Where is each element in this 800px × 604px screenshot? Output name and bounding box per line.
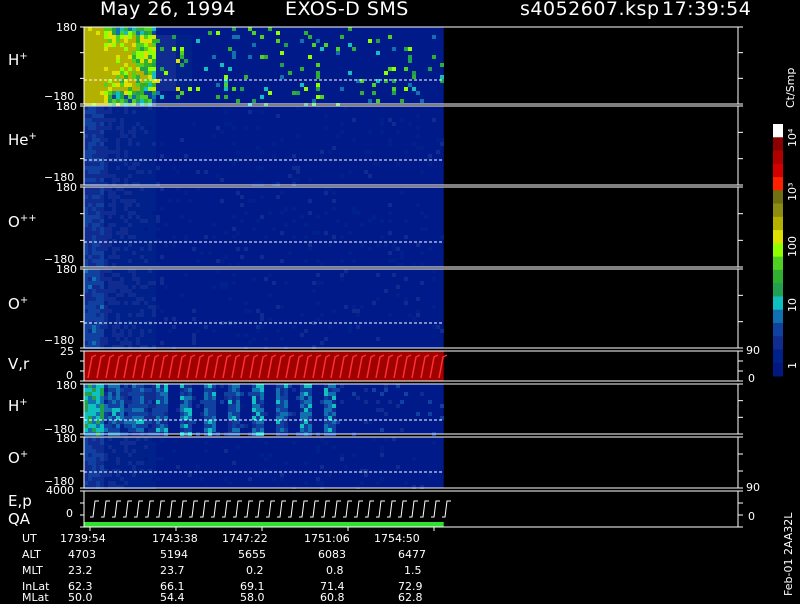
colorbar-tick: 100: [786, 236, 799, 257]
colorbar-segment: [773, 124, 783, 138]
ut-cell: 54.4: [160, 591, 185, 604]
colorbar-tick: 10³: [786, 182, 799, 201]
side-note: Feb-01 2AA32L: [782, 512, 795, 596]
ut-cell: 0.2: [246, 564, 264, 577]
ut-cell: 23.2: [68, 564, 93, 577]
ut-cell: 4703: [68, 548, 96, 561]
ut-cell: 6477: [398, 548, 426, 561]
ut-row-name: UT: [22, 532, 37, 545]
colorbar-tick: 10⁴: [786, 128, 799, 147]
ut-cell: 1739:54: [60, 532, 106, 545]
ut-cell: 23.7: [160, 564, 185, 577]
ut-cell: 1751:06: [304, 532, 350, 545]
ut-cell: 60.8: [320, 591, 345, 604]
colorbar-segment: [773, 230, 783, 244]
ut-row-name: MLT: [22, 564, 43, 577]
colorbar-segment: [773, 203, 783, 218]
colorbar-segment: [773, 256, 783, 271]
colorbar-segment: [773, 309, 783, 324]
ut-row-name: MLat: [22, 591, 49, 604]
colorbar-segment: [773, 216, 783, 231]
ut-cell: 5655: [238, 548, 266, 561]
colorbar-unit: Ct/Smp: [784, 67, 797, 108]
ut-cell: 1.5: [404, 564, 422, 577]
colorbar-segment: [773, 349, 783, 364]
ut-cell: 0.8: [326, 564, 344, 577]
colorbar-segment: [773, 137, 783, 152]
colorbar-segment: [773, 190, 783, 205]
colorbar-segment: [773, 322, 783, 337]
colorbar-tick: 1: [786, 362, 799, 369]
colorbar-segment: [773, 269, 783, 284]
ut-cell: 1747:22: [222, 532, 268, 545]
ut-cell: 6083: [318, 548, 346, 561]
colorbar-segment: [773, 163, 783, 178]
ut-cell: 5194: [160, 548, 188, 561]
colorbar-segment: [773, 296, 783, 311]
colorbar-segment: [773, 362, 783, 377]
ut-cell: 58.0: [240, 591, 265, 604]
colorbar-segment: [773, 336, 783, 350]
colorbar: [773, 124, 783, 377]
colorbar-segment: [773, 177, 783, 191]
ut-cell: 1743:38: [152, 532, 198, 545]
colorbar-segment: [773, 150, 783, 165]
ut-cell: 1754:50: [374, 532, 420, 545]
colorbar-tick: 10: [786, 298, 799, 312]
ut-cell: 62.8: [398, 591, 423, 604]
colorbar-segment: [773, 243, 783, 258]
ut-cell: 50.0: [68, 591, 93, 604]
ut-row-name: ALT: [22, 548, 41, 561]
colorbar-segment: [773, 283, 783, 297]
